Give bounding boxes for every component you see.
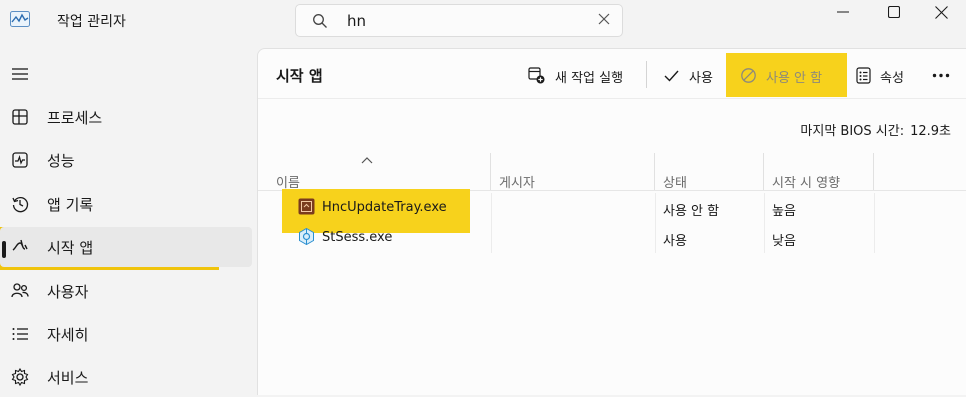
- bios-time-value: 12.9초: [910, 124, 951, 139]
- sidebar-item-label: 프로세스: [47, 109, 103, 127]
- cell-divider: [874, 223, 875, 253]
- row-name: HncUpdateTray.exe: [322, 200, 447, 215]
- sidebar-item-details[interactable]: 자세히: [0, 314, 252, 354]
- startup-apps-icon: [12, 239, 28, 251]
- sidebar-item-services[interactable]: 서비스: [0, 357, 252, 397]
- task-manager-icon: [10, 11, 30, 27]
- app-title: 작업 관리자: [57, 14, 126, 30]
- checkmark-icon: [664, 70, 679, 82]
- hamburger-menu-icon[interactable]: [10, 66, 30, 82]
- cell-divider: [764, 193, 765, 223]
- table-row[interactable]: HncUpdateTray.exe 사용 안 함 높음: [258, 193, 966, 223]
- properties-label: 속성: [880, 71, 904, 86]
- bios-time-label: 마지막 BIOS 시간:: [800, 124, 905, 139]
- search-icon: [313, 14, 327, 28]
- row-name: StSess.exe: [322, 230, 393, 245]
- row-status: 사용: [663, 234, 687, 249]
- cell-divider: [764, 223, 765, 253]
- cell-divider: [491, 223, 492, 253]
- hnc-update-tray-icon: [298, 198, 315, 215]
- sidebar-item-app-history[interactable]: 앱 기록: [0, 184, 252, 224]
- disable-label: 사용 안 함: [766, 71, 823, 86]
- search-input[interactable]: hn: [347, 12, 366, 30]
- main-panel: 시작 앱 새 작업 실행 사용 사용 안 함 속성 마지막 BIOS 시간: 1…: [257, 48, 966, 395]
- maximize-icon: [888, 6, 900, 18]
- disable-button[interactable]: 사용 안 함: [736, 55, 841, 95]
- enable-button[interactable]: 사용: [658, 55, 720, 95]
- maximize-button[interactable]: [871, 0, 917, 28]
- properties-icon: [856, 67, 871, 84]
- toolbar-separator: [646, 61, 647, 88]
- column-header-label: 상태: [663, 176, 687, 191]
- sidebar-item-label: 사용자: [47, 283, 89, 301]
- title-bar: 작업 관리자 hn: [0, 0, 966, 46]
- table-row[interactable]: StSess.exe 사용 낮음: [258, 223, 966, 253]
- row-impact: 낮음: [772, 234, 796, 249]
- column-header-name[interactable]: 이름: [268, 153, 491, 191]
- bios-time: 마지막 BIOS 시간: 12.9초: [800, 120, 951, 139]
- disable-icon: [741, 68, 756, 83]
- cell-divider: [655, 223, 656, 253]
- users-icon: [11, 283, 29, 298]
- column-header-startup-impact[interactable]: 시작 시 영향: [764, 153, 874, 191]
- cell-divider: [655, 193, 656, 223]
- cell-divider: [491, 193, 492, 223]
- enable-label: 사용: [689, 71, 713, 86]
- close-icon: [935, 6, 948, 19]
- column-header-publisher[interactable]: 게시자: [491, 153, 655, 191]
- sidebar-item-users[interactable]: 사용자: [0, 271, 252, 311]
- sidebar-item-label: 앱 기록: [47, 196, 94, 214]
- run-task-icon: [528, 67, 545, 84]
- sidebar-item-label: 시작 앱: [47, 239, 94, 257]
- properties-button[interactable]: 속성: [852, 55, 914, 95]
- more-icon: [932, 73, 950, 78]
- app-history-icon: [12, 197, 29, 213]
- run-new-task-button[interactable]: 새 작업 실행: [524, 55, 636, 95]
- page-title: 시작 앱: [276, 67, 323, 85]
- stsess-icon: [299, 228, 314, 245]
- clear-icon[interactable]: [596, 11, 612, 27]
- processes-icon: [12, 109, 28, 125]
- row-status: 사용 안 함: [663, 204, 720, 219]
- services-icon: [11, 367, 29, 387]
- row-impact: 높음: [772, 204, 796, 219]
- details-icon: [12, 328, 28, 340]
- toolbar: 시작 앱 새 작업 실행 사용 사용 안 함 속성: [258, 49, 966, 99]
- sidebar-item-performance[interactable]: 성능: [0, 140, 252, 180]
- column-header-label: 게시자: [499, 176, 535, 191]
- sidebar-item-label: 자세히: [47, 326, 89, 344]
- search-box[interactable]: hn: [295, 4, 623, 37]
- column-header-status[interactable]: 상태: [655, 153, 764, 191]
- minimize-icon: [837, 11, 849, 13]
- cell-divider: [874, 193, 875, 223]
- run-new-task-label: 새 작업 실행: [555, 71, 624, 86]
- sidebar-item-label: 서비스: [47, 369, 89, 387]
- more-options-button[interactable]: [926, 55, 956, 95]
- column-header-label: 시작 시 영향: [772, 176, 841, 191]
- performance-icon: [12, 152, 28, 168]
- minimize-button[interactable]: [820, 0, 866, 28]
- sidebar-item-startup-apps[interactable]: 시작 앱: [0, 227, 252, 267]
- sidebar-item-processes[interactable]: 프로세스: [0, 97, 252, 137]
- close-button[interactable]: [918, 0, 964, 28]
- active-indicator: [2, 241, 6, 258]
- sidebar-item-label: 성능: [47, 152, 75, 170]
